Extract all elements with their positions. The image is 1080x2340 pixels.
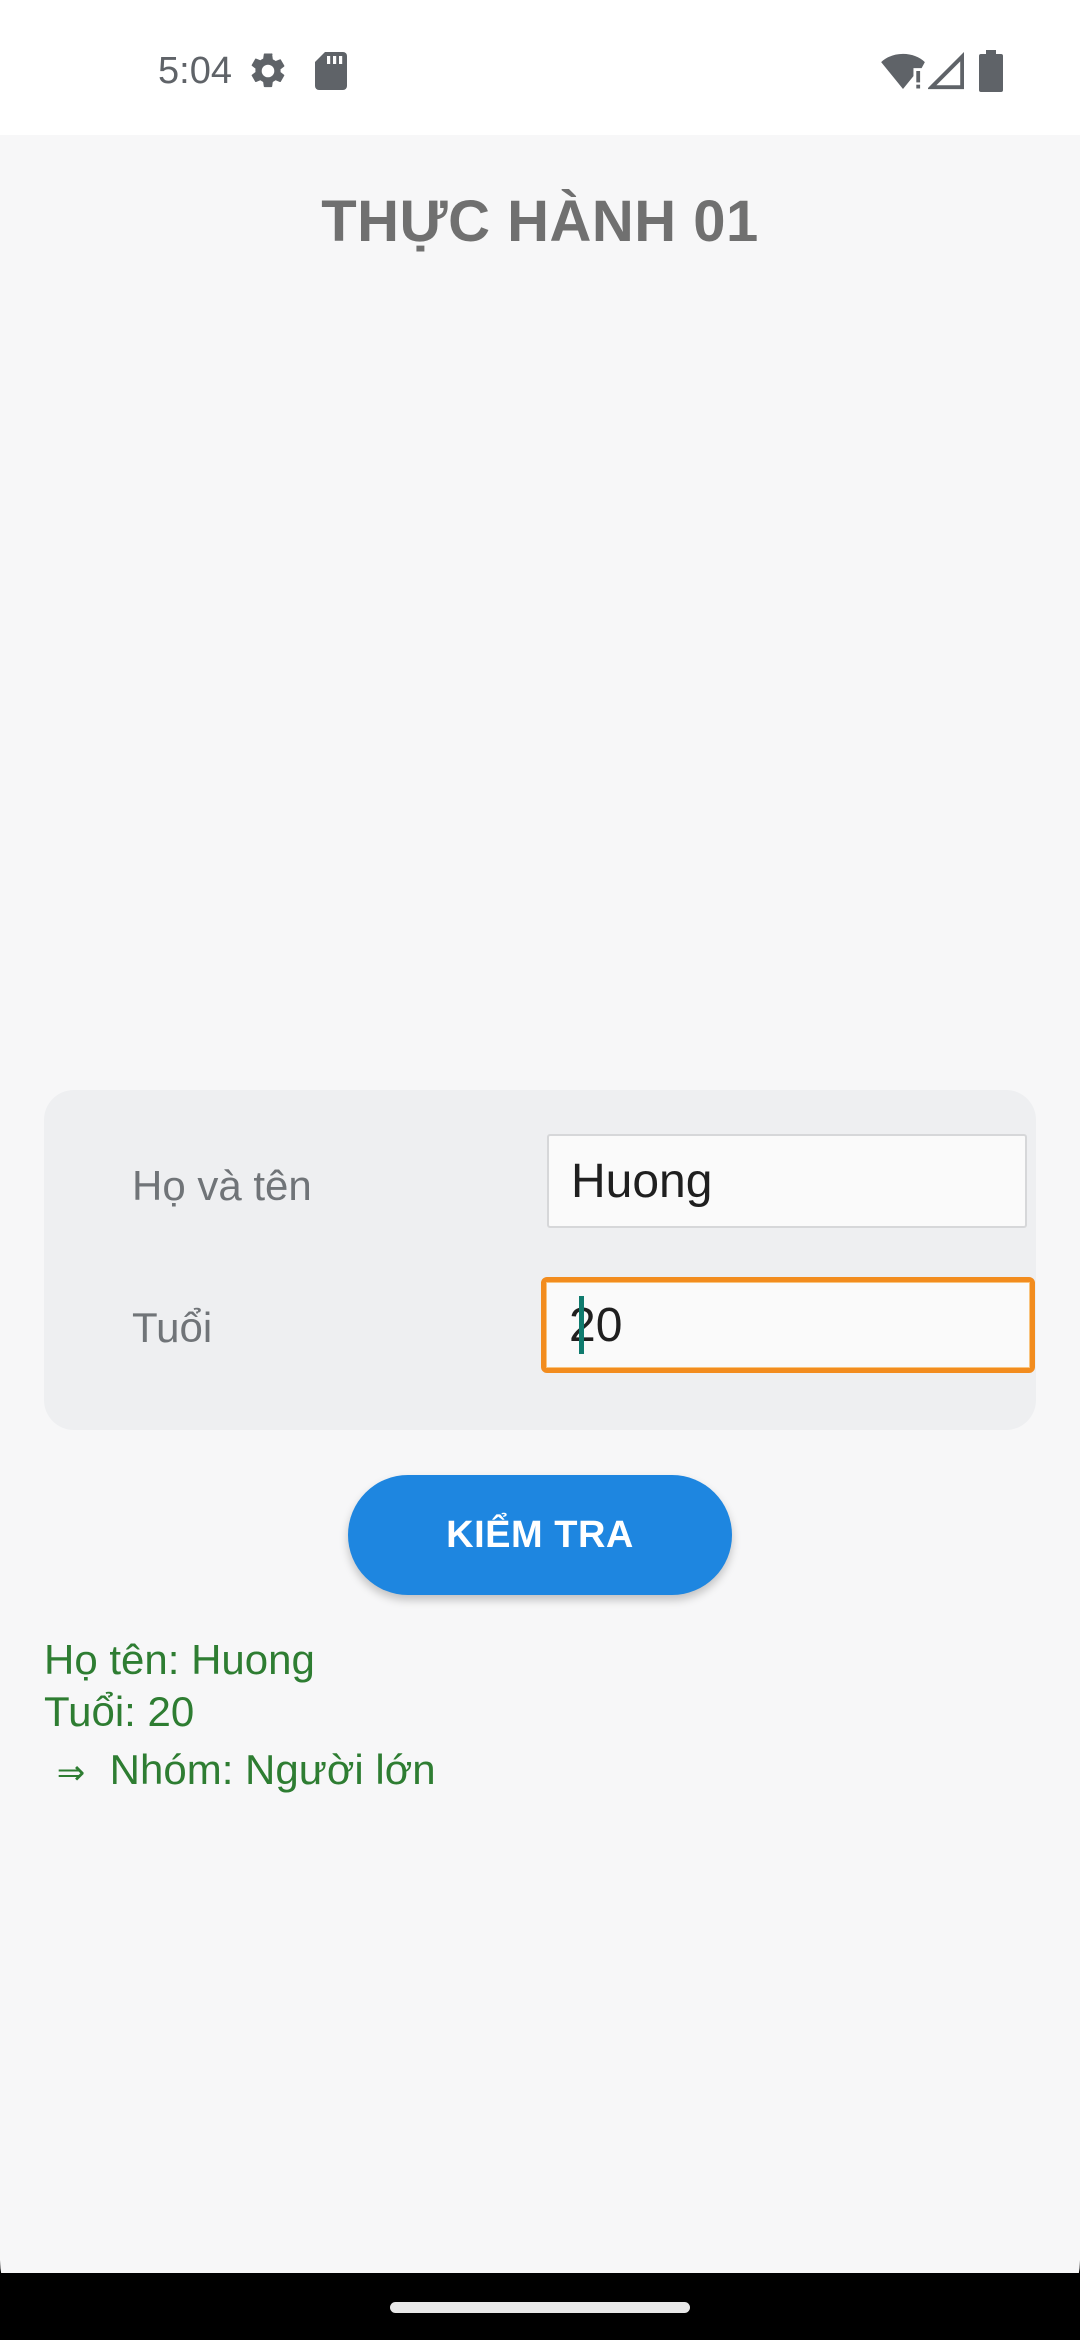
- status-time: 5:04: [158, 50, 232, 92]
- age-label: Tuổi: [132, 1304, 213, 1351]
- arrow-icon: ⇒: [56, 1754, 86, 1792]
- result-age-line: Tuổi: 20: [44, 1688, 195, 1735]
- battery-icon: [979, 50, 1003, 92]
- result-group-row: ⇒ Nhóm: Người lớn: [44, 1744, 436, 1799]
- age-input[interactable]: [541, 1277, 1035, 1373]
- settings-gear-icon: [251, 53, 285, 88]
- name-label: Họ và tên: [132, 1162, 312, 1209]
- app-screen: 5:04 THỰC HÀNH 01 Họ và tên Tuổ: [0, 0, 1080, 2340]
- screen-corner-left: [0, 2228, 80, 2340]
- result-group-line: Nhóm: Người lớn: [109, 1746, 436, 1793]
- wifi-alert-icon: [881, 53, 925, 90]
- home-gesture-handle[interactable]: [390, 2302, 690, 2313]
- page-title: THỰC HÀNH 01: [321, 189, 759, 254]
- screen-corner-right: [1000, 2228, 1080, 2340]
- check-button[interactable]: KIỂM TRA: [348, 1475, 732, 1595]
- cell-signal-icon: [928, 52, 964, 90]
- status-bar: 5:04: [0, 0, 1080, 135]
- form-card: Họ và tên Tuổi: [44, 1090, 1036, 1430]
- name-input[interactable]: [547, 1134, 1027, 1228]
- text-cursor: [579, 1296, 584, 1354]
- sd-card-icon: [315, 52, 347, 90]
- result-name-line: Họ tên: Huong: [44, 1636, 315, 1683]
